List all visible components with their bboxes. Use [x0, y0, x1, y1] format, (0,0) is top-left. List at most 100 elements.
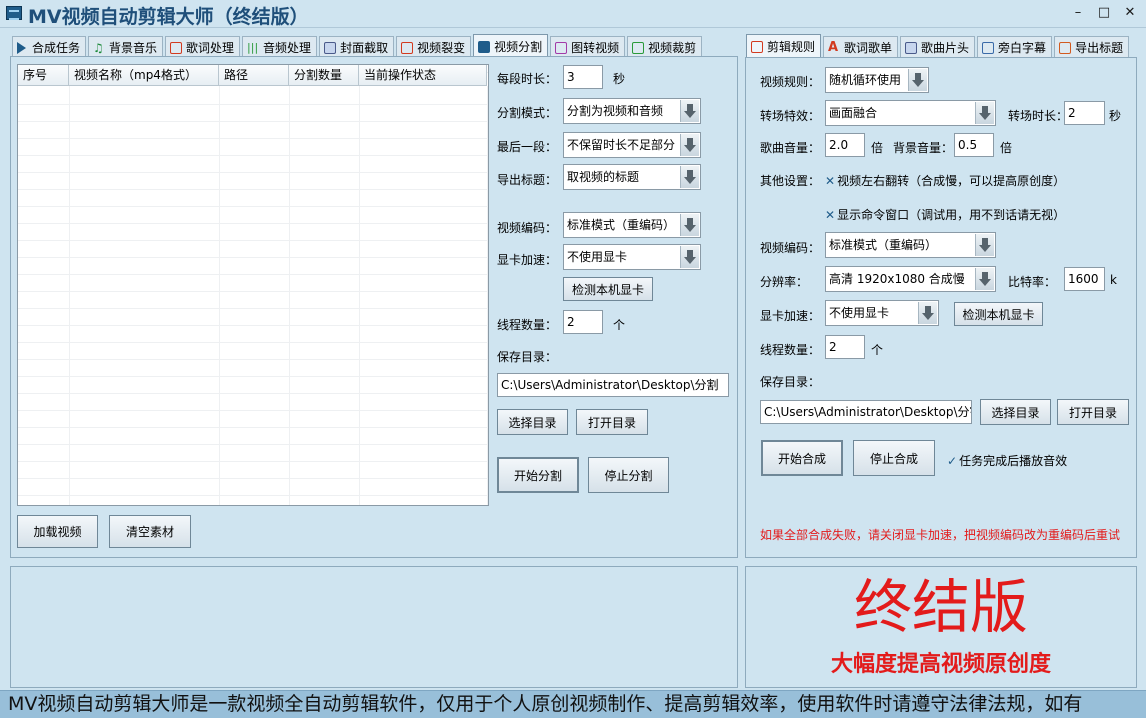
transition-value: 画面融合 — [829, 106, 878, 120]
tab-video-crop[interactable]: 视频裁剪 — [627, 36, 703, 58]
banner-subtitle: 大幅度提高视频原创度 — [830, 652, 1051, 677]
video-rule-label: 视频规则： — [760, 75, 821, 89]
crop-icon — [632, 41, 645, 54]
tab-background-music[interactable]: ♫ 背景音乐 — [88, 36, 164, 58]
tab-label: 图转视频 — [571, 41, 620, 55]
font-icon: A — [828, 39, 839, 55]
show-console-checkbox[interactable]: ✕ 显示命令窗口（调试用，用不到话请无视） — [825, 206, 1065, 223]
rules-video-codec-select[interactable]: 标准模式（重编码） — [825, 232, 996, 258]
column-header-index[interactable]: 序号 — [18, 65, 69, 86]
split-mode-select[interactable]: 分割为视频和音频 — [563, 98, 701, 124]
play-sound-label: 任务完成后播放音效 — [959, 454, 1068, 468]
bg-volume-label: 背景音量： — [893, 141, 954, 155]
title-bar: MV视频自动剪辑大师（终结版） – □ ✕ — [0, 0, 1146, 28]
column-header-status[interactable]: 当前操作状态 — [359, 65, 487, 86]
dropdown-arrow-icon[interactable] — [680, 246, 699, 268]
segment-length-input[interactable]: 3 — [563, 65, 603, 89]
copy-icon — [401, 41, 414, 54]
rules-choose-dir-button[interactable]: 选择目录 — [980, 399, 1051, 425]
tab-video-fission[interactable]: 视频裂变 — [396, 36, 472, 58]
video-list[interactable]: 序号 视频名称（mp4格式） 路径 分割数量 当前操作状态 — [17, 64, 489, 506]
video-codec-select[interactable]: 标准模式（重编码） — [563, 212, 701, 238]
dropdown-arrow-icon[interactable] — [680, 166, 699, 188]
video-codec-label: 视频编码： — [497, 221, 558, 235]
save-dir-label: 保存目录： — [497, 350, 558, 364]
left-tab-strip: 合成任务 ♫ 背景音乐 歌词处理 ||| 音频处理 封面截取 视频裂变 视频分割… — [12, 34, 704, 58]
tab-lyrics-playlist[interactable]: A 歌词歌单 — [823, 36, 899, 58]
checkmark-icon: ✕ — [825, 174, 836, 188]
grid-line — [69, 86, 70, 505]
video-rule-select[interactable]: 随机循环使用 — [825, 67, 929, 93]
banner-title: 终结版 — [853, 573, 1028, 641]
column-header-split-count[interactable]: 分割数量 — [289, 65, 359, 86]
detect-gpu-button[interactable]: 检测本机显卡 — [563, 277, 653, 301]
tab-compose-task[interactable]: 合成任务 — [12, 36, 87, 58]
gpu-select[interactable]: 不使用显卡 — [563, 244, 701, 270]
split-mode-value: 分割为视频和音频 — [567, 104, 664, 118]
threads-input[interactable]: 2 — [563, 310, 603, 334]
resolution-select[interactable]: 高清 1920x1080 合成慢 — [825, 266, 996, 292]
bitrate-input[interactable]: 1600 — [1064, 267, 1105, 291]
log-panel — [10, 566, 738, 688]
tab-audio-processing[interactable]: ||| 音频处理 — [242, 36, 318, 58]
grid-line — [359, 86, 360, 505]
dropdown-arrow-icon[interactable] — [908, 69, 927, 91]
minimize-button[interactable]: – — [1068, 4, 1088, 22]
stop-split-button[interactable]: 停止分割 — [588, 457, 669, 493]
start-compose-button[interactable]: 开始合成 — [761, 440, 843, 476]
tab-label: 合成任务 — [32, 41, 81, 55]
rules-threads-input[interactable]: 2 — [825, 335, 865, 359]
stop-compose-button[interactable]: 停止合成 — [853, 440, 935, 476]
grid-line — [219, 86, 220, 505]
choose-dir-button[interactable]: 选择目录 — [497, 409, 568, 435]
tab-edit-rules[interactable]: 剪辑规则 — [746, 34, 822, 58]
save-dir-input[interactable]: C:\Users\Administrator\Desktop\分割 — [497, 373, 729, 397]
document-icon — [982, 41, 995, 54]
tab-label: 视频裁剪 — [648, 41, 697, 55]
threads-unit: 个 — [613, 318, 626, 332]
threads-label: 线程数量： — [497, 318, 558, 332]
start-split-button[interactable]: 开始分割 — [497, 457, 579, 493]
clear-material-button[interactable]: 清空素材 — [109, 515, 191, 548]
tab-lyrics-processing[interactable]: 歌词处理 — [165, 36, 241, 58]
tab-label: 歌词处理 — [186, 41, 235, 55]
transition-duration-label: 转场时长： — [1008, 109, 1069, 123]
rules-gpu-select[interactable]: 不使用显卡 — [825, 300, 939, 326]
tab-narration-subtitles[interactable]: 旁白字幕 — [977, 36, 1053, 58]
transition-select[interactable]: 画面融合 — [825, 100, 996, 126]
load-video-button[interactable]: 加载视频 — [17, 515, 98, 548]
video-icon — [478, 40, 491, 53]
dropdown-arrow-icon[interactable] — [975, 234, 994, 256]
tab-label: 歌曲片头 — [921, 41, 970, 55]
flip-video-checkbox[interactable]: ✕ 视频左右翻转（合成慢，可以提高原创度） — [825, 172, 1065, 189]
rules-save-dir-input[interactable]: C:\Users\Administrator\Desktop\分割 — [760, 400, 972, 424]
tab-cover-capture[interactable]: 封面截取 — [319, 36, 395, 58]
tab-image-to-video[interactable]: 图转视频 — [550, 36, 626, 58]
dropdown-arrow-icon[interactable] — [975, 268, 994, 290]
open-dir-button[interactable]: 打开目录 — [576, 409, 648, 435]
dropdown-arrow-icon[interactable] — [680, 100, 699, 122]
maximize-button[interactable]: □ — [1094, 4, 1114, 22]
transition-label: 转场特效： — [760, 109, 821, 123]
tab-song-intro[interactable]: 歌曲片头 — [900, 36, 976, 58]
export-title-select[interactable]: 取视频的标题 — [563, 164, 701, 190]
dropdown-arrow-icon[interactable] — [680, 214, 699, 236]
last-segment-select[interactable]: 不保留时长不足部分 — [563, 132, 701, 158]
dropdown-arrow-icon[interactable] — [680, 134, 699, 156]
dropdown-arrow-icon[interactable] — [918, 302, 937, 324]
dropdown-arrow-icon[interactable] — [975, 102, 994, 124]
rules-open-dir-button[interactable]: 打开目录 — [1057, 399, 1129, 425]
image-icon — [324, 41, 337, 54]
bg-volume-input[interactable]: 0.5 — [954, 133, 994, 157]
bitrate-label: 比特率： — [1008, 275, 1057, 289]
tab-label: 视频裂变 — [417, 41, 466, 55]
song-volume-input[interactable]: 2.0 — [825, 133, 865, 157]
column-header-name[interactable]: 视频名称（mp4格式） — [69, 65, 219, 86]
play-sound-checkbox[interactable]: ✓ 任务完成后播放音效 — [947, 452, 1067, 469]
tab-video-split[interactable]: 视频分割 — [473, 34, 549, 58]
transition-duration-input[interactable]: 2 — [1064, 101, 1105, 125]
tab-export-title[interactable]: 导出标题 — [1054, 36, 1130, 58]
column-header-path[interactable]: 路径 — [219, 65, 289, 86]
rules-detect-gpu-button[interactable]: 检测本机显卡 — [954, 302, 1043, 326]
close-button[interactable]: ✕ — [1120, 4, 1140, 22]
